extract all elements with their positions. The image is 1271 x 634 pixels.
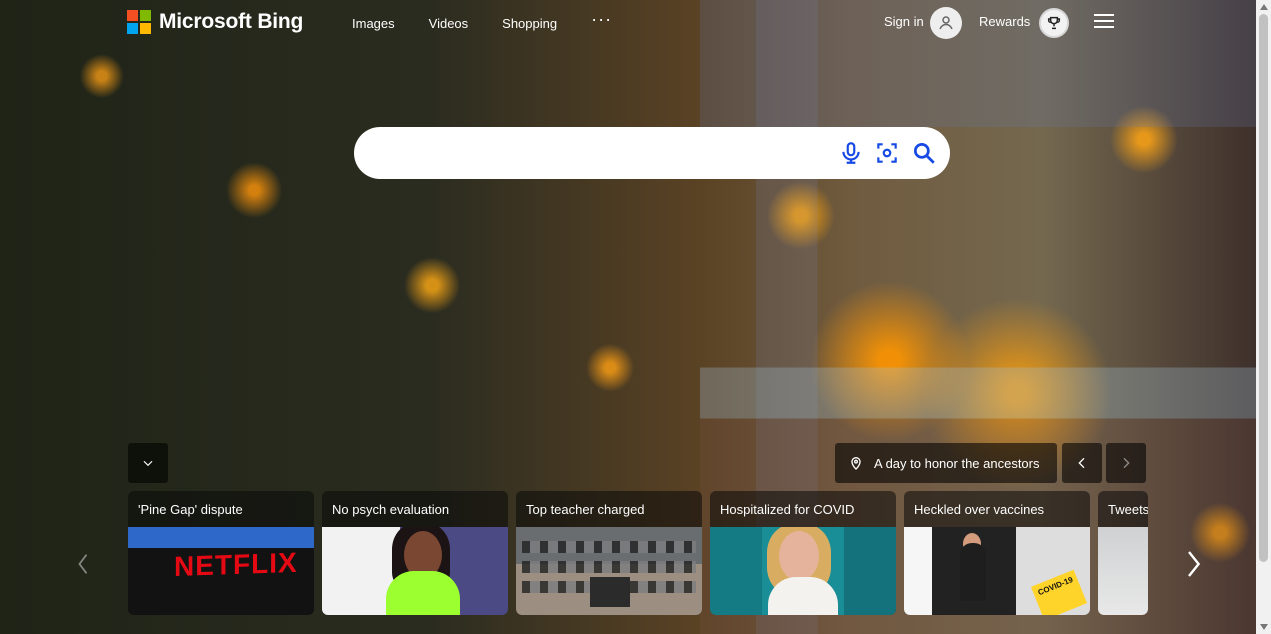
news-card[interactable]: Top teacher charged <box>516 491 702 615</box>
search-icon[interactable] <box>911 140 937 166</box>
nav-more[interactable]: ··· <box>591 9 612 31</box>
news-title: Top teacher charged <box>526 502 645 517</box>
chevron-right-icon <box>1123 457 1130 469</box>
search-input[interactable] <box>378 140 837 168</box>
background-caption: A day to honor the ancestors <box>874 455 1040 471</box>
search-box <box>354 127 950 179</box>
news-title: No psych evaluation <box>332 502 450 517</box>
nav-videos[interactable]: Videos <box>429 16 469 31</box>
news-thumbnail: COVID-19 <box>904 527 1090 615</box>
visual-search-icon[interactable] <box>874 140 900 166</box>
microsoft-logo-icon <box>127 10 151 34</box>
vertical-scrollbar[interactable] <box>1256 0 1271 634</box>
news-next-button[interactable] <box>1179 546 1207 582</box>
scroll-up-arrow[interactable] <box>1260 4 1268 10</box>
netflix-logo: NETFLIX <box>174 546 298 583</box>
brand-name: Microsoft Bing <box>159 10 304 33</box>
news-card[interactable]: No psych evaluation <box>322 491 508 615</box>
news-title: Heckled over vaccines <box>914 502 1045 517</box>
nav-images[interactable]: Images <box>352 16 395 31</box>
news-card[interactable]: Hospitalized for COVID <box>710 491 896 615</box>
chevron-left-icon <box>1078 457 1085 469</box>
news-carousel: 'Pine Gap' dispute NETFLIX No psych eval… <box>128 491 1148 615</box>
news-title: 'Pine Gap' dispute <box>138 502 243 517</box>
top-header: Microsoft Bing Images Videos Shopping ··… <box>0 0 1256 46</box>
user-icon[interactable] <box>930 7 962 39</box>
hamburger-menu-icon[interactable] <box>1094 14 1114 30</box>
top-nav: Images Videos Shopping ··· <box>352 9 612 31</box>
location-pin-icon <box>848 455 864 471</box>
news-title: Tweets <box>1108 502 1148 517</box>
background-info-button[interactable]: A day to honor the ancestors <box>835 443 1057 483</box>
expand-feed-button[interactable] <box>128 443 168 483</box>
chevron-left-icon <box>78 554 88 574</box>
nav-shopping[interactable]: Shopping <box>502 16 557 31</box>
scroll-thumb[interactable] <box>1259 14 1268 562</box>
news-title: Hospitalized for COVID <box>720 502 855 517</box>
news-previous-button[interactable] <box>75 548 91 580</box>
next-image-button[interactable] <box>1106 443 1146 483</box>
chevron-right-icon <box>1188 551 1201 577</box>
scroll-down-arrow[interactable] <box>1260 624 1268 630</box>
rewards-link[interactable]: Rewards <box>979 14 1030 29</box>
news-card[interactable]: Heckled over vaccines COVID-19 <box>904 491 1090 615</box>
news-thumbnail <box>710 527 896 615</box>
bing-logo[interactable]: Microsoft Bing <box>127 10 303 34</box>
news-thumbnail <box>516 527 702 615</box>
news-thumbnail <box>322 527 508 615</box>
covid-sticker: COVID-19 <box>1030 569 1088 615</box>
news-thumbnail: NETFLIX <box>128 527 314 615</box>
microphone-icon[interactable] <box>838 140 864 166</box>
chevron-down-icon <box>143 460 153 467</box>
news-card[interactable]: 'Pine Gap' dispute NETFLIX <box>128 491 314 615</box>
news-card[interactable]: Tweets <box>1098 491 1148 615</box>
sign-in-link[interactable]: Sign in <box>884 14 924 29</box>
previous-image-button[interactable] <box>1062 443 1102 483</box>
trophy-icon[interactable] <box>1039 8 1069 38</box>
news-thumbnail <box>1098 527 1148 615</box>
